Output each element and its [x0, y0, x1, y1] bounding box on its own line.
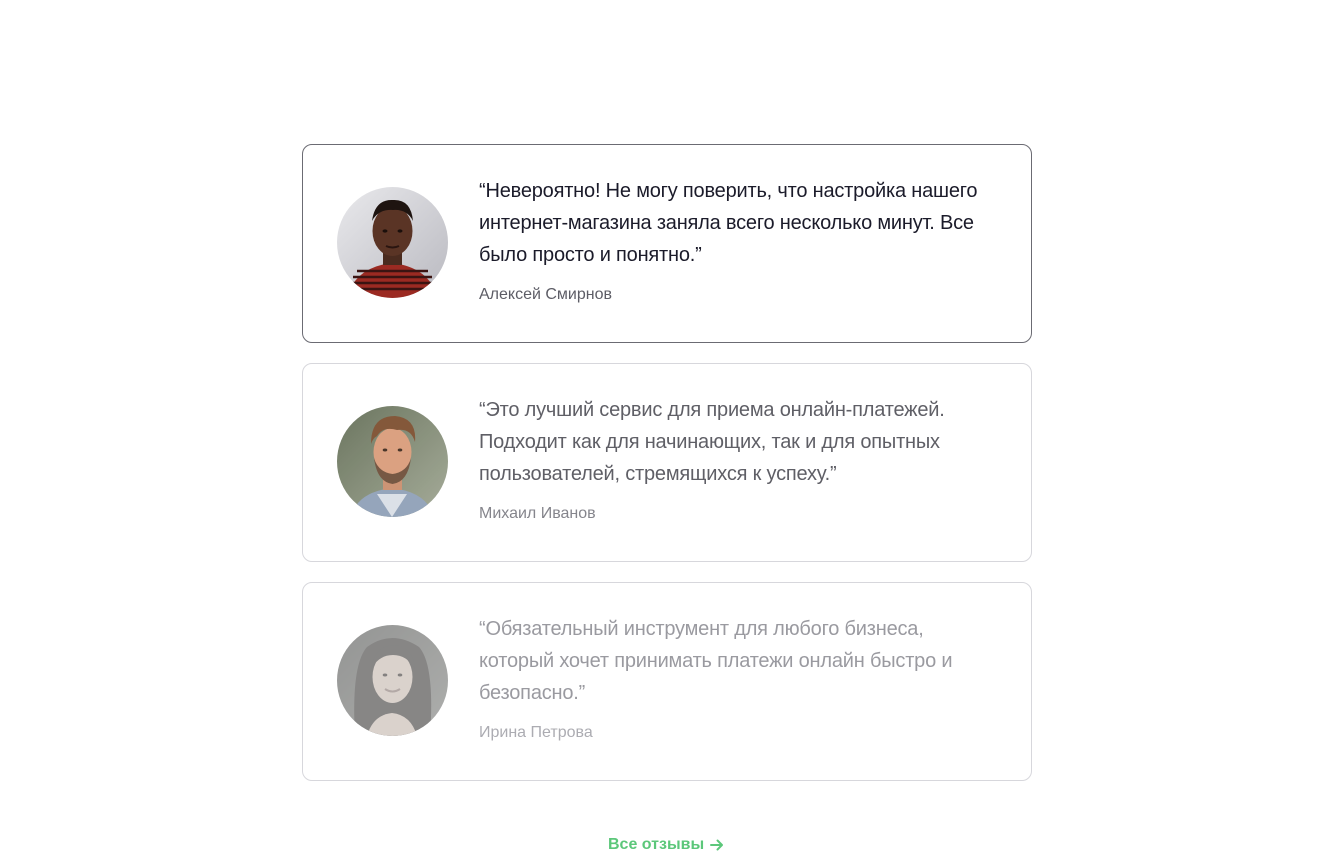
- avatar: [337, 187, 448, 298]
- testimonial-author: Михаил Иванов: [479, 505, 596, 522]
- testimonial-content: “Обязательный инструмент для любого бизн…: [479, 613, 999, 743]
- testimonial-content: “Это лучший сервис для приема онлайн-пла…: [479, 394, 999, 524]
- testimonial-content: “Невероятно! Не могу поверить, что настр…: [479, 175, 999, 305]
- person-portrait-icon: [337, 187, 448, 298]
- testimonial-quote: “Обязательный инструмент для любого бизн…: [479, 618, 953, 704]
- testimonial-quote: “Это лучший сервис для приема онлайн-пла…: [479, 399, 945, 485]
- testimonial-author: Ирина Петрова: [479, 724, 593, 741]
- testimonials-list: “Невероятно! Не могу поверить, что настр…: [302, 144, 1032, 801]
- person-portrait-icon: [337, 406, 448, 517]
- avatar: [337, 625, 448, 736]
- testimonial-card[interactable]: “Обязательный инструмент для любого бизн…: [302, 582, 1032, 781]
- testimonial-card[interactable]: “Невероятно! Не могу поверить, что настр…: [302, 144, 1032, 343]
- all-reviews-link[interactable]: Все отзывы: [608, 836, 724, 854]
- testimonial-quote: “Невероятно! Не могу поверить, что настр…: [479, 180, 978, 266]
- all-reviews-label: Все отзывы: [608, 836, 705, 853]
- testimonial-author: Алексей Смирнов: [479, 286, 612, 303]
- avatar: [337, 406, 448, 517]
- testimonial-card[interactable]: “Это лучший сервис для приема онлайн-пла…: [302, 363, 1032, 562]
- person-portrait-icon: [337, 625, 448, 736]
- arrow-right-icon: [710, 839, 724, 851]
